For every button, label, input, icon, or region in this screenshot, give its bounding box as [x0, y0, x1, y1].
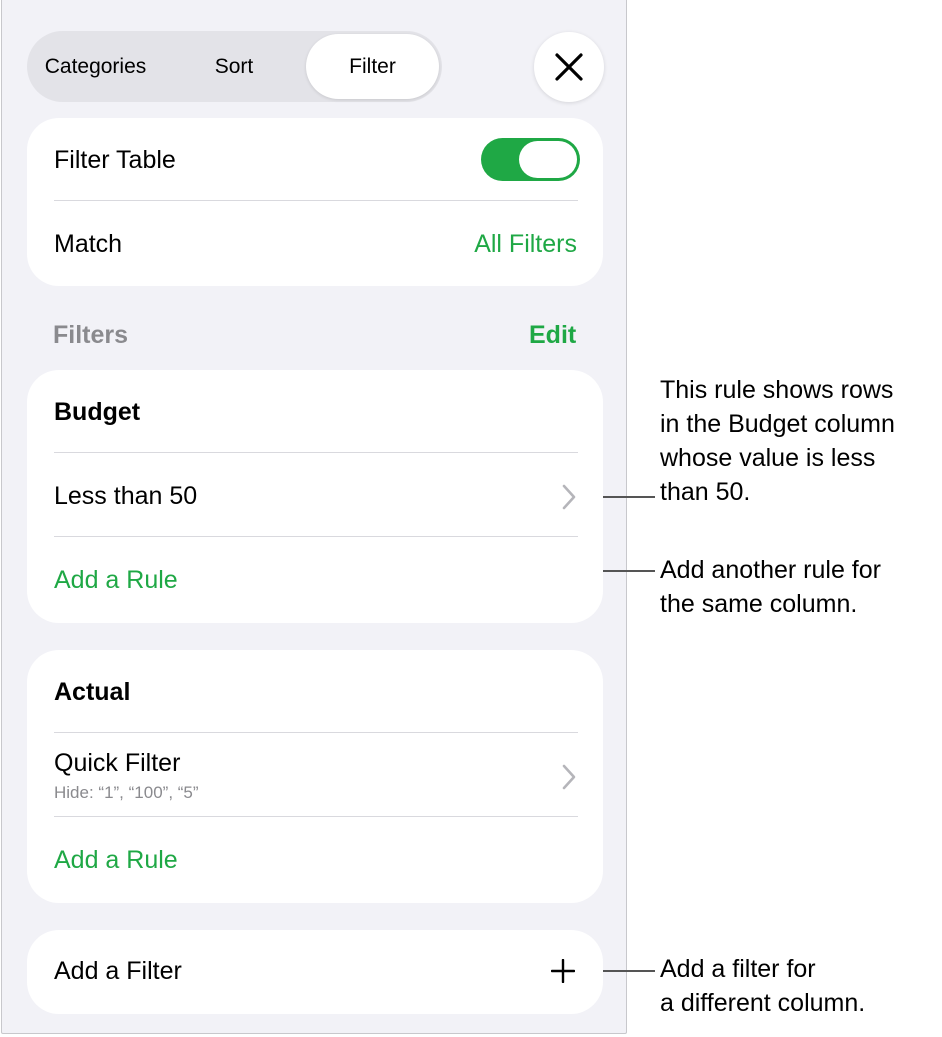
toggle-knob: [519, 141, 577, 178]
filter-group-budget: Budget Less than 50 Add a Rule: [27, 370, 603, 623]
tab-sort[interactable]: Sort: [164, 31, 304, 102]
filter-table-toggle[interactable]: [481, 138, 580, 181]
callout-line: Add a filter for: [660, 955, 816, 983]
add-filter-label: Add a Filter: [54, 957, 182, 985]
callout-rule: This rule shows rows in the Budget colum…: [660, 373, 895, 509]
filter-panel: Categories Sort Filter Filter Table Matc…: [1, 0, 627, 1034]
filter-table-label: Filter Table: [54, 146, 176, 174]
tab-filter[interactable]: Filter: [306, 34, 439, 99]
chevron-right-icon: [562, 764, 576, 790]
callout-leader: [603, 970, 655, 972]
callout-add-filter: Add a filter for a different column.: [660, 952, 865, 1020]
callout-line: Add another rule for: [660, 556, 881, 584]
callout-leader: [603, 496, 655, 498]
callout-line: in the Budget column: [660, 410, 895, 438]
callout-line: whose value is less: [660, 444, 876, 472]
segmented-control: Categories Sort Filter: [27, 31, 442, 102]
divider: [54, 452, 578, 453]
divider: [54, 816, 578, 817]
rule-detail: Hide: “1”, “100”, “5”: [54, 783, 199, 802]
plus-icon: [551, 959, 575, 983]
callout-line: a different column.: [660, 989, 866, 1017]
filters-section-title: Filters: [53, 321, 129, 349]
callout-line: the same column.: [660, 590, 858, 618]
divider: [54, 200, 578, 201]
group-column-title: Actual: [54, 678, 131, 706]
divider: [54, 732, 578, 733]
add-filter-row[interactable]: Add a Filter: [27, 930, 603, 1014]
filter-group-actual: Actual Quick Filter Hide: “1”, “100”, “5…: [27, 650, 603, 903]
rule-item[interactable]: Less than 50: [54, 482, 197, 511]
rule-item[interactable]: Quick Filter: [54, 749, 180, 778]
match-value[interactable]: All Filters: [474, 230, 577, 259]
tab-categories[interactable]: Categories: [27, 31, 164, 102]
match-label: Match: [54, 230, 123, 258]
chevron-right-icon: [562, 484, 576, 510]
edit-button[interactable]: Edit: [529, 321, 576, 350]
group-column-title: Budget: [54, 398, 141, 426]
add-rule-button[interactable]: Add a Rule: [54, 566, 178, 595]
close-button[interactable]: [534, 32, 604, 102]
callout-add-rule: Add another rule for the same column.: [660, 553, 881, 621]
filter-settings-card: Filter Table Match All Filters: [27, 118, 603, 286]
add-rule-button[interactable]: Add a Rule: [54, 846, 178, 875]
callout-line: This rule shows rows: [660, 376, 894, 404]
callout-leader: [603, 570, 655, 572]
close-icon: [555, 53, 583, 81]
callout-line: than 50.: [660, 478, 751, 506]
divider: [54, 536, 578, 537]
